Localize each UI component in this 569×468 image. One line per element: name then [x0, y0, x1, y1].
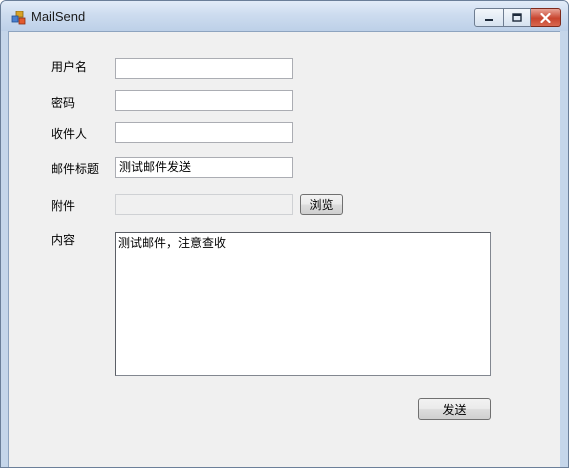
password-label: 密码 [51, 96, 76, 110]
minimize-icon [485, 18, 493, 21]
recipient-label: 收件人 [51, 127, 88, 141]
form-client-area: 用户名 密码 收件人 邮件标题 测试邮件发送 附件 浏览 内容 测试邮件，注意查… [8, 31, 561, 467]
mailsend-window: MailSend 用户名 密码 收件人 邮件标题 测试邮件发送 附件 浏览 内容… [0, 0, 569, 468]
close-icon [540, 12, 551, 23]
content-textarea[interactable]: 测试邮件，注意查收 [115, 232, 491, 376]
attachment-label: 附件 [51, 199, 76, 213]
window-frame-right [560, 31, 568, 467]
close-button[interactable] [531, 8, 561, 27]
browse-button[interactable]: 浏览 [300, 194, 343, 215]
username-label: 用户名 [51, 60, 88, 74]
minimize-button[interactable] [474, 8, 504, 27]
subject-input[interactable]: 测试邮件发送 [115, 157, 293, 178]
maximize-button[interactable] [504, 8, 531, 27]
caption-buttons [474, 8, 561, 28]
maximize-icon [512, 13, 522, 22]
app-icon [11, 11, 26, 25]
window-title: MailSend [31, 9, 86, 24]
attachment-path-input [115, 194, 293, 215]
password-input[interactable] [115, 90, 293, 111]
title-bar[interactable]: MailSend [1, 1, 568, 31]
username-input[interactable] [115, 58, 293, 79]
content-label: 内容 [51, 233, 76, 247]
subject-label: 邮件标题 [51, 162, 100, 176]
send-button[interactable]: 发送 [418, 398, 491, 420]
recipient-input[interactable] [115, 122, 293, 143]
